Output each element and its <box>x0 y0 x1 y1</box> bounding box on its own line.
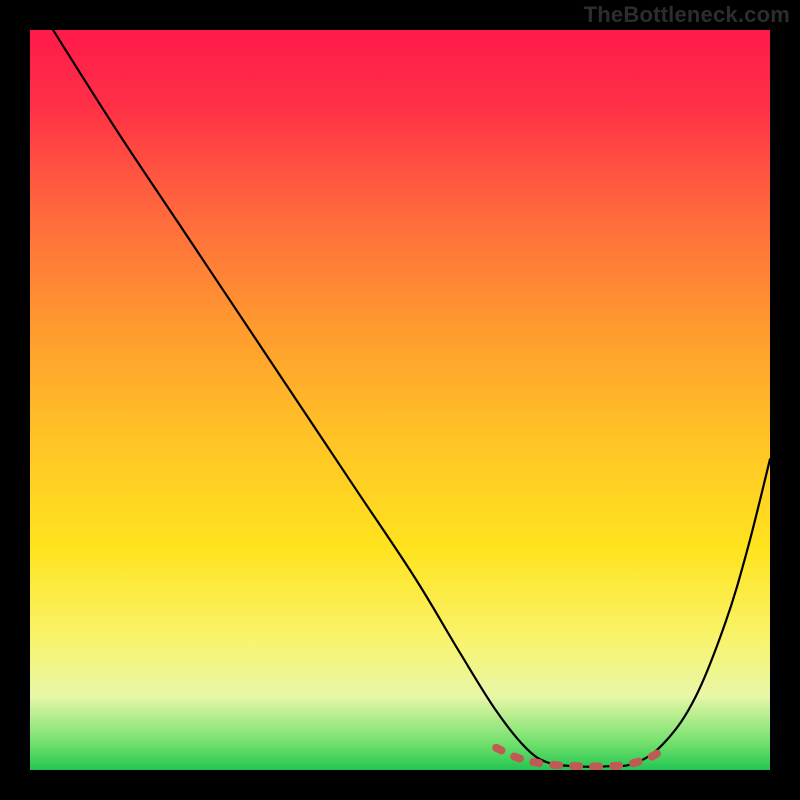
gradient-background <box>30 30 770 770</box>
bottleneck-chart <box>30 30 770 770</box>
watermark-text: TheBottleneck.com <box>584 2 790 28</box>
chart-stage: TheBottleneck.com <box>0 0 800 800</box>
